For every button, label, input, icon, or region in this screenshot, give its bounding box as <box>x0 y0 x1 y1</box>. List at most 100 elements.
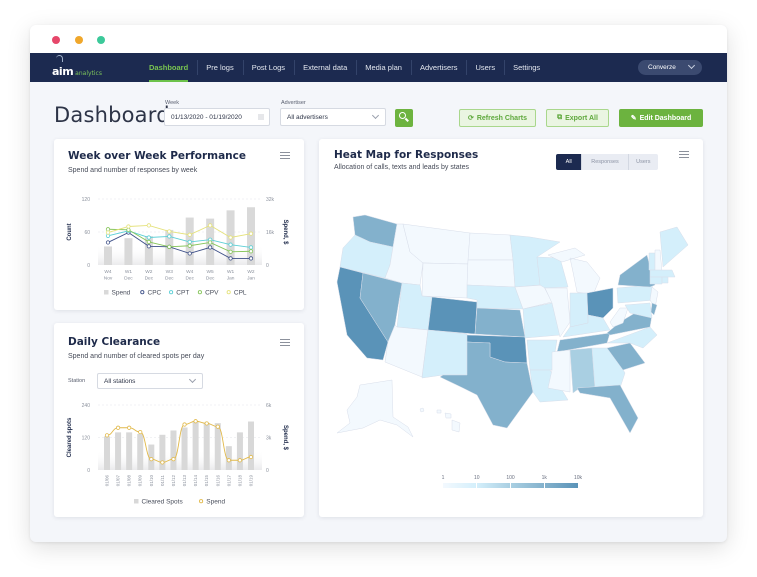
cpl-point[interactable] <box>105 230 111 235</box>
cpl-point[interactable] <box>208 223 213 228</box>
legend-item-spend[interactable]: Spend <box>104 290 131 297</box>
cpt-point[interactable] <box>167 234 172 239</box>
cleared-spots-bar[interactable] <box>236 432 243 470</box>
cpt-point[interactable] <box>228 242 233 247</box>
spend-point[interactable] <box>127 425 132 430</box>
cleared-spots-bar[interactable] <box>104 436 110 470</box>
cleared-spots-bar[interactable] <box>137 433 144 470</box>
state-sd[interactable] <box>466 259 516 288</box>
menu-icon[interactable] <box>280 152 290 160</box>
state-ks[interactable] <box>474 307 526 338</box>
cpv-point[interactable] <box>228 249 233 254</box>
nav-item-settings[interactable]: Settings <box>504 53 549 82</box>
legend-item-cpv[interactable]: CPV <box>197 290 219 297</box>
tab-all[interactable]: All <box>556 154 582 170</box>
cleared-spots-bar[interactable] <box>126 432 133 470</box>
cleared-spots-bar[interactable] <box>192 421 199 470</box>
spend-point[interactable] <box>226 458 231 463</box>
cleared-spots-bar[interactable] <box>181 427 188 470</box>
tab-responses[interactable]: Responses <box>581 154 627 170</box>
cpv-point[interactable] <box>105 227 111 232</box>
state-pa[interactable] <box>616 284 656 304</box>
maximize-window-button[interactable] <box>97 36 105 44</box>
close-window-button[interactable] <box>52 36 60 44</box>
spend-point[interactable] <box>204 421 209 426</box>
cpt-point[interactable] <box>146 235 151 240</box>
spend-point[interactable] <box>193 419 198 424</box>
state-in[interactable] <box>569 292 589 328</box>
state-wy[interactable] <box>421 262 469 299</box>
legend-item-cleared-spots[interactable]: Cleared Spots <box>134 499 183 506</box>
state-ri[interactable] <box>661 276 669 284</box>
spend-bar[interactable] <box>124 238 133 265</box>
cpv-point[interactable] <box>167 244 172 249</box>
legend-item-spend[interactable]: Spend <box>199 499 226 506</box>
spend-point[interactable] <box>160 460 165 465</box>
cpl-point[interactable] <box>167 229 172 234</box>
cpc-point[interactable] <box>228 256 233 261</box>
state-de[interactable] <box>650 302 658 316</box>
spend-point[interactable] <box>149 457 154 462</box>
cpl-point[interactable] <box>187 232 192 237</box>
refresh-charts-button[interactable]: ⟳ Refresh Charts <box>459 109 536 127</box>
spend-point[interactable] <box>115 425 121 430</box>
nav-item-dashboard[interactable]: Dashboard <box>140 53 197 82</box>
nav-item-pre-logs[interactable]: Pre logs <box>197 53 243 82</box>
advertiser-select[interactable]: All advertisers <box>280 108 386 126</box>
state-nd[interactable] <box>467 232 514 261</box>
export-all-button[interactable]: ⧉ Export All <box>546 109 609 127</box>
cpc-point[interactable] <box>146 244 151 249</box>
search-button[interactable] <box>395 109 413 127</box>
state-ma[interactable] <box>649 269 676 278</box>
cpv-point[interactable] <box>126 227 131 232</box>
cpc-point[interactable] <box>208 245 213 250</box>
spend-point[interactable] <box>171 457 176 462</box>
cpv-point[interactable] <box>248 249 254 254</box>
spend-point[interactable] <box>237 458 243 463</box>
cpt-point[interactable] <box>248 245 254 250</box>
spend-bar[interactable] <box>104 246 112 265</box>
logo[interactable]: aim analytics <box>52 55 102 79</box>
spend-point[interactable] <box>248 454 254 460</box>
nav-item-media-plan[interactable]: Media plan <box>356 53 411 82</box>
cpc-point[interactable] <box>105 240 111 245</box>
state-me[interactable] <box>659 226 689 268</box>
state-ct[interactable] <box>649 276 663 285</box>
edit-dashboard-button[interactable]: ✎ Edit Dashboard <box>619 109 703 127</box>
tab-users[interactable]: Users <box>627 154 658 170</box>
cpv-point[interactable] <box>146 239 151 245</box>
cpc-point[interactable] <box>248 256 254 261</box>
cpl-point[interactable] <box>146 223 151 228</box>
legend-item-cpt[interactable]: CPT <box>169 290 190 297</box>
week-date-picker[interactable]: 01/13/2020 - 01/19/2020 <box>164 108 270 126</box>
menu-icon[interactable] <box>280 339 290 347</box>
cpt-point[interactable] <box>187 239 192 245</box>
cpl-point[interactable] <box>126 224 131 229</box>
station-select[interactable]: All stations <box>97 373 203 389</box>
state-oh[interactable] <box>586 287 614 319</box>
nav-item-post-logs[interactable]: Post Logs <box>242 53 294 82</box>
cpv-point[interactable] <box>208 240 213 245</box>
spend-point[interactable] <box>215 424 220 429</box>
cleared-spots-bar[interactable] <box>159 434 166 470</box>
cpt-point[interactable] <box>105 233 111 238</box>
state-co[interactable] <box>427 296 478 335</box>
nav-item-advertisers[interactable]: Advertisers <box>410 53 467 82</box>
legend-item-cpc[interactable]: CPC <box>140 290 162 297</box>
cpl-point[interactable] <box>248 231 254 236</box>
state-vt[interactable] <box>648 252 656 271</box>
spend-point[interactable] <box>138 429 143 435</box>
spend-point[interactable] <box>104 433 110 438</box>
legend-item-cpl[interactable]: CPL <box>226 290 247 297</box>
spend-point[interactable] <box>182 422 187 427</box>
cleared-spots-bar[interactable] <box>214 423 221 470</box>
cpl-point[interactable] <box>228 235 233 240</box>
state-al[interactable] <box>569 347 596 394</box>
cpc-point[interactable] <box>187 251 192 256</box>
state-ak[interactable] <box>336 379 414 438</box>
nav-item-external-data[interactable]: External data <box>294 53 356 82</box>
cleared-spots-bar[interactable] <box>203 423 210 470</box>
minimize-window-button[interactable] <box>75 36 83 44</box>
state-fl[interactable] <box>576 384 639 434</box>
nav-item-users[interactable]: Users <box>466 53 504 82</box>
